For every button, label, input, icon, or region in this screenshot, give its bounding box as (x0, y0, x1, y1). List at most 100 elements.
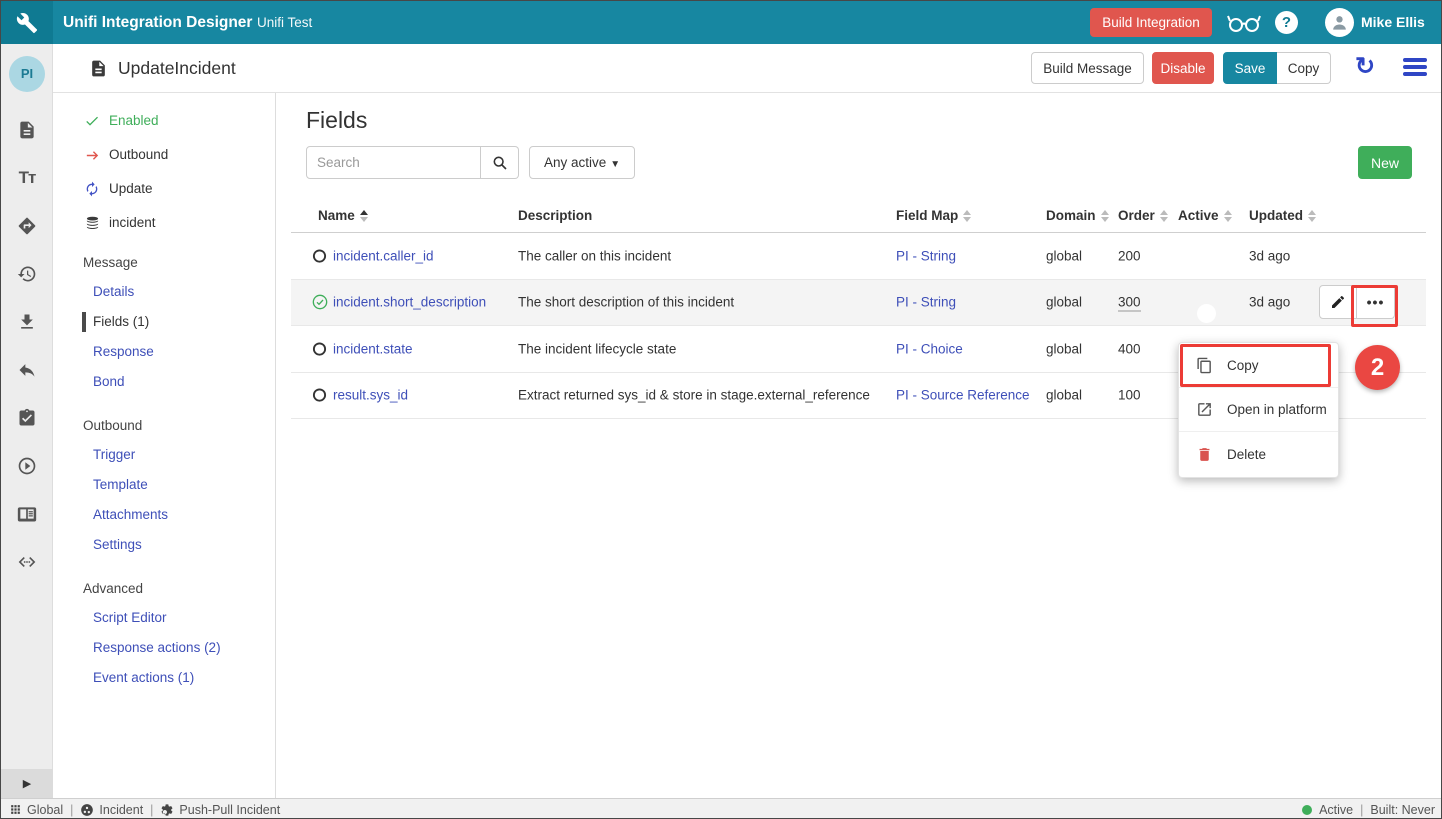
field-map-link[interactable]: PI - Source Reference (896, 388, 1030, 403)
edit-row-button[interactable] (1319, 285, 1357, 319)
nav-item-attachments[interactable]: Attachments (93, 504, 168, 526)
sort-icon (1308, 210, 1316, 222)
field-name-link[interactable]: incident.caller_id (333, 248, 434, 263)
field-domain: global (1046, 341, 1082, 356)
separator: | (70, 803, 73, 817)
tasks-clipboard-icon[interactable] (16, 407, 38, 429)
build-integration-button[interactable]: Build Integration (1090, 8, 1212, 37)
document-icon (89, 59, 108, 78)
details-document-icon[interactable] (16, 119, 38, 141)
copy-record-button[interactable]: Copy (1277, 52, 1331, 84)
nav-item-settings[interactable]: Settings (93, 534, 142, 556)
field-map-link[interactable]: PI - Choice (896, 341, 963, 356)
database-icon (83, 215, 101, 231)
statusbar-built-label: Built: Never (1370, 803, 1435, 817)
download-icon[interactable] (16, 311, 38, 333)
column-header-description[interactable]: Description (518, 208, 592, 223)
table-row: incident.caller_id The caller on this in… (291, 233, 1426, 280)
play-circle-icon[interactable] (16, 455, 38, 477)
column-header-updated[interactable]: Updated (1249, 208, 1316, 223)
code-icon[interactable] (16, 551, 38, 573)
field-domain: global (1046, 248, 1082, 263)
field-updated: 3d ago (1249, 248, 1290, 263)
sort-icon (1101, 210, 1109, 222)
row-state-circle-icon (312, 341, 327, 356)
directions-icon[interactable] (16, 215, 38, 237)
check-icon (83, 113, 101, 129)
trash-icon (1196, 446, 1213, 463)
field-order-editable[interactable]: 300 (1118, 295, 1141, 312)
field-name-link[interactable]: result.sys_id (333, 388, 408, 403)
nav-item-details[interactable]: Details (93, 281, 134, 303)
nav-item-bond[interactable]: Bond (93, 371, 125, 393)
glasses-preview-icon[interactable] (1227, 13, 1261, 33)
field-updated: 3d ago (1249, 295, 1290, 310)
build-message-button[interactable]: Build Message (1031, 52, 1144, 84)
column-header-active[interactable]: Active (1178, 208, 1232, 223)
statusbar-process[interactable]: Push-Pull Incident (160, 803, 280, 817)
app-logo[interactable] (1, 1, 53, 44)
app-title: Unifi Integration Designer (63, 1, 252, 44)
nav-item-response[interactable]: Response (93, 341, 154, 363)
user-name[interactable]: Mike Ellis (1361, 1, 1425, 44)
gear-icon (160, 803, 174, 817)
nav-status-direction[interactable]: Outbound (83, 144, 168, 166)
field-name-link[interactable]: incident.short_description (333, 295, 486, 310)
statusbar-domain[interactable]: Global (9, 803, 63, 817)
nav-section-message: Message (83, 252, 138, 274)
nav-status-table[interactable]: incident (83, 212, 156, 234)
statusbar-table[interactable]: Incident (80, 803, 143, 817)
refresh-update-icon (83, 181, 101, 197)
field-description: The caller on this incident (518, 248, 671, 263)
active-filter-dropdown[interactable]: Any active▼ (529, 146, 635, 179)
menu-hamburger-icon[interactable] (1403, 58, 1427, 78)
nav-item-fields[interactable]: Fields (1) (93, 311, 149, 333)
icon-rail: PI Tᴛ ▶ (1, 44, 53, 798)
column-header-field-map[interactable]: Field Map (896, 208, 971, 223)
context-menu-delete[interactable]: Delete (1179, 432, 1338, 476)
search-button[interactable] (481, 146, 519, 179)
integration-avatar[interactable]: PI (9, 56, 45, 92)
nav-item-response-actions[interactable]: Response actions (2) (93, 637, 221, 659)
context-menu-copy[interactable]: Copy (1179, 344, 1338, 388)
new-button[interactable]: New (1358, 146, 1412, 179)
statusbar-active-label: Active (1319, 803, 1353, 817)
incident-wheel-icon (80, 803, 94, 817)
field-map-link[interactable]: PI - String (896, 295, 956, 310)
nav-item-template[interactable]: Template (93, 474, 148, 496)
nav-status-enabled[interactable]: Enabled (83, 110, 159, 132)
sort-icon (963, 210, 971, 222)
column-header-order[interactable]: Order (1118, 208, 1168, 223)
sort-icon (1160, 210, 1168, 222)
history-icon[interactable] (16, 263, 38, 285)
nav-item-script-editor[interactable]: Script Editor (93, 607, 167, 629)
row-state-check-icon (312, 294, 328, 310)
column-header-domain[interactable]: Domain (1046, 208, 1109, 223)
search-input[interactable] (306, 146, 481, 179)
column-header-name[interactable]: Name (318, 208, 368, 223)
refresh-icon[interactable]: ↻ (1351, 51, 1379, 83)
field-order: 200 (1118, 248, 1141, 263)
more-actions-button[interactable]: ••• (1357, 285, 1395, 319)
field-name-link[interactable]: incident.state (333, 341, 413, 356)
text-fields-icon[interactable]: Tᴛ (16, 167, 38, 189)
app-window: Unifi Integration Designer Unifi Test Bu… (0, 0, 1442, 819)
documentation-book-icon[interactable] (16, 503, 38, 525)
save-button[interactable]: Save (1223, 52, 1277, 84)
record-toolbar: UpdateIncident Build Message Disable Sav… (53, 44, 1442, 93)
field-map-link[interactable]: PI - String (896, 248, 956, 263)
context-menu-open-in-platform[interactable]: Open in platform (1179, 388, 1338, 432)
disable-button[interactable]: Disable (1152, 52, 1214, 84)
nav-item-trigger[interactable]: Trigger (93, 444, 135, 466)
arrow-right-icon (83, 147, 101, 164)
wrench-icon (16, 12, 38, 34)
open-in-new-icon (1196, 401, 1213, 418)
expand-rail-button[interactable]: ▶ (1, 769, 53, 798)
user-avatar[interactable] (1325, 8, 1354, 37)
row-state-circle-icon (312, 388, 327, 403)
environment-name[interactable]: Unifi Test (257, 1, 312, 44)
nav-status-update[interactable]: Update (83, 178, 153, 200)
nav-item-event-actions[interactable]: Event actions (1) (93, 667, 194, 689)
help-icon[interactable]: ? (1275, 11, 1298, 34)
reply-icon[interactable] (16, 359, 38, 381)
